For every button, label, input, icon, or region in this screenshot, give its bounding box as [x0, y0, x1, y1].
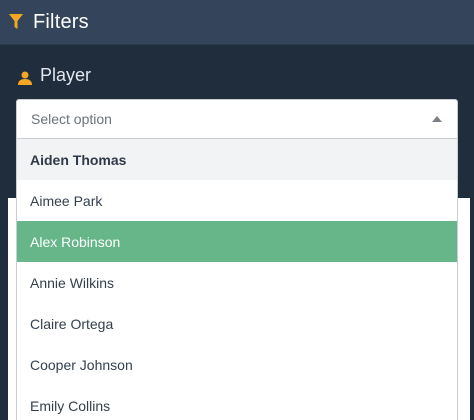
option-label: Annie Wilkins — [30, 274, 115, 291]
option-label: Alex Robinson — [30, 233, 121, 250]
option-label: Emily Collins — [30, 397, 111, 414]
dropdown-option-cooper-johnson[interactable]: Cooper Johnson — [17, 344, 457, 385]
filters-header: Filters — [0, 0, 474, 45]
dropdown-option-aiden-thomas[interactable]: Aiden Thomas — [17, 139, 457, 180]
filter-icon — [9, 14, 23, 30]
option-label: Cooper Johnson — [30, 356, 133, 373]
caret-up-icon[interactable] — [432, 116, 442, 122]
player-select-placeholder: Select option — [31, 111, 112, 127]
option-label: Aimee Park — [30, 192, 103, 209]
user-icon — [18, 69, 32, 85]
player-dropdown-list: Aiden Thomas Aimee Park Alex Robinson An… — [16, 139, 458, 420]
filters-title: Filters — [33, 10, 89, 33]
dropdown-option-emily-collins[interactable]: Emily Collins — [17, 385, 457, 420]
player-label-text: Player — [40, 65, 92, 85]
option-label: Claire Ortega — [30, 315, 114, 332]
dropdown-option-aimee-park[interactable]: Aimee Park — [17, 180, 457, 221]
player-select[interactable]: Select option — [16, 99, 458, 139]
dropdown-option-alex-robinson[interactable]: Alex Robinson — [17, 221, 457, 262]
player-field-label: Player — [18, 65, 91, 86]
option-label: Aiden Thomas — [30, 151, 127, 168]
dropdown-option-claire-ortega[interactable]: Claire Ortega — [17, 303, 457, 344]
dropdown-option-annie-wilkins[interactable]: Annie Wilkins — [17, 262, 457, 303]
